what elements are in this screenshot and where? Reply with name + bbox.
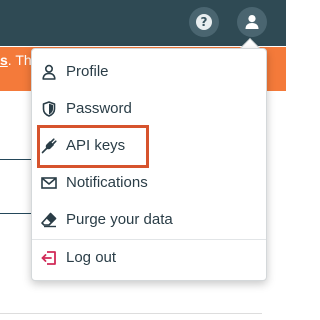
top-bar: ?: [0, 0, 286, 46]
logout-icon: [41, 251, 56, 265]
menu-item-log-out[interactable]: Log out: [32, 241, 266, 275]
banner-link[interactable]: s: [0, 52, 8, 68]
question-circle-icon: ?: [196, 14, 212, 30]
background-divider: [0, 159, 32, 160]
menu-item-notifications[interactable]: Notifications: [32, 166, 266, 200]
envelope-icon: [41, 177, 57, 189]
background-divider: [0, 313, 262, 314]
user-outline-icon: [42, 64, 56, 80]
background-divider: [0, 213, 32, 214]
help-button[interactable]: ?: [189, 7, 219, 37]
menu-item-label: Notifications: [66, 174, 148, 191]
eraser-icon: [41, 212, 57, 228]
shield-icon: [42, 101, 56, 117]
menu-item-password[interactable]: Password: [32, 92, 266, 126]
menu-item-purge-data[interactable]: Purge your data: [32, 203, 266, 237]
banner-text-rest: . Th: [7, 52, 32, 68]
menu-item-label: Profile: [66, 63, 109, 80]
menu-item-label: Log out: [66, 249, 117, 266]
menu-divider: [32, 239, 266, 240]
account-menu-button[interactable]: [237, 7, 267, 37]
menu-item-profile[interactable]: Profile: [32, 55, 266, 89]
banner-text: s. Th: [0, 52, 32, 68]
highlight-box: [37, 125, 149, 168]
menu-item-label: Password: [66, 100, 132, 117]
user-icon: [245, 15, 259, 29]
menu-item-label: Purge your data: [66, 211, 173, 228]
